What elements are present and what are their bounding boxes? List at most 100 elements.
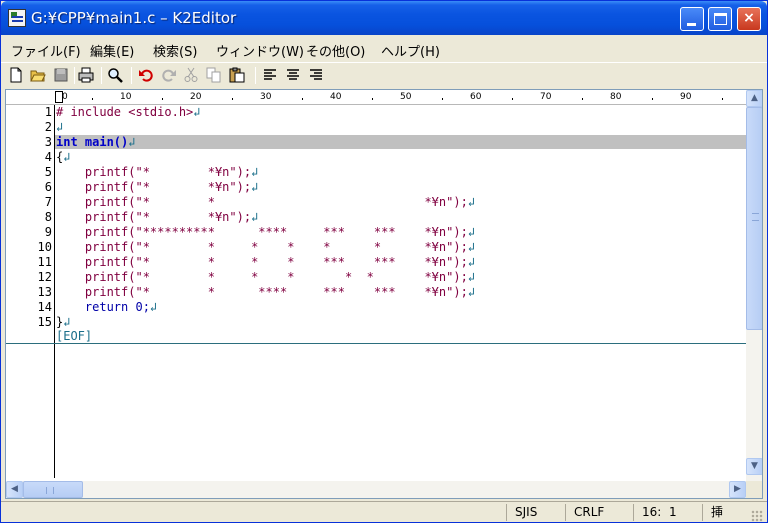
copy-icon[interactable]: [206, 67, 222, 83]
text-editor[interactable]: 0 10 20 30 40 50 60 70 80 90 1 2 3 4 5 6…: [5, 89, 763, 499]
newline-marker: ↲: [56, 120, 64, 134]
vertical-scrollbar[interactable]: ▲ ▼: [746, 90, 762, 481]
code-line[interactable]: printf("* *¥n");↲: [56, 165, 258, 179]
vertical-scroll-thumb[interactable]: [746, 107, 762, 330]
code-line[interactable]: printf("* * *¥n");↲: [56, 195, 475, 209]
line-number: 10: [37, 240, 52, 254]
ruler-tick: 60: [470, 92, 482, 102]
line-number: 3: [44, 135, 52, 149]
newline-marker: ↲: [128, 135, 136, 149]
code-text: return 0;: [56, 300, 150, 314]
find-icon[interactable]: [107, 67, 123, 83]
maximize-button[interactable]: [708, 7, 732, 31]
line-number: 9: [44, 225, 52, 239]
scroll-left-button[interactable]: ◀: [6, 481, 23, 498]
cursor-position-status: 16: 1: [633, 504, 701, 521]
toolbar-separator: [101, 67, 102, 84]
code-line[interactable]: printf("* *¥n");↲: [56, 180, 258, 194]
ruler-tick: 50: [400, 92, 412, 102]
code-line[interactable]: printf("* * * * * * *¥n");↲: [56, 240, 475, 254]
encoding-status[interactable]: SJIS: [506, 504, 564, 521]
newline-marker: ↲: [467, 195, 476, 209]
code-text: int main(): [56, 135, 129, 149]
menu-edit[interactable]: 編集(E): [90, 41, 134, 60]
align-right-icon[interactable]: [308, 67, 324, 83]
code-line[interactable]: }↲: [56, 315, 70, 329]
insert-mode-status[interactable]: 挿: [702, 504, 748, 521]
grip-icon: [752, 213, 759, 221]
undo-icon[interactable]: [138, 67, 154, 83]
code-line[interactable]: printf("* * * * * * *¥n");↲: [56, 270, 475, 284]
code-line-current[interactable]: int main()↲: [56, 135, 135, 149]
line-number: 5: [44, 165, 52, 179]
title-bar[interactable]: G:¥CPP¥main1.c – K2Editor ×: [1, 1, 767, 35]
ruler-tick: 0: [62, 92, 68, 102]
scroll-down-button[interactable]: ▼: [746, 458, 762, 475]
code-line[interactable]: printf("* * * * *** *** *¥n");↲: [56, 255, 475, 269]
newline-marker: ↲: [251, 180, 259, 194]
code-text: printf("* *¥n");: [56, 210, 252, 224]
chevron-left-icon: ◀: [11, 484, 18, 494]
ruler-tick: 20: [190, 92, 202, 102]
menu-search[interactable]: 検索(S): [153, 41, 197, 60]
code-text: printf("* * *¥n");: [56, 195, 468, 209]
horizontal-scrollbar[interactable]: ◀ ▶: [6, 481, 746, 498]
grip-icon: [46, 487, 54, 494]
line-number: 13: [37, 285, 52, 299]
line-number: 11: [37, 255, 52, 269]
editor-window: G:¥CPP¥main1.c – K2Editor × ファイル(F) 編集(E…: [0, 0, 768, 523]
toolbar-separator: [255, 67, 256, 84]
window-title: G:¥CPP¥main1.c – K2Editor: [31, 9, 237, 27]
close-button[interactable]: ×: [737, 7, 761, 31]
menu-other[interactable]: その他(O): [306, 41, 365, 60]
newline-marker: ↲: [63, 315, 71, 329]
menu-help[interactable]: ヘルプ(H): [381, 41, 440, 60]
newline-marker: ↲: [467, 225, 476, 239]
eof-divider: [6, 343, 746, 344]
code-line[interactable]: ↲: [56, 120, 63, 134]
line-number: 1: [44, 105, 52, 119]
newline-marker: ↲: [149, 300, 158, 314]
code-line[interactable]: printf("********** **** *** *** *¥n");↲: [56, 225, 475, 239]
print-icon[interactable]: [78, 67, 94, 83]
line-number: 2: [44, 120, 52, 134]
chevron-down-icon: ▼: [751, 461, 758, 471]
line-number: 14: [37, 300, 52, 314]
code-line[interactable]: return 0;↲: [56, 300, 157, 314]
app-icon[interactable]: [8, 9, 26, 27]
open-folder-icon[interactable]: [30, 67, 46, 83]
line-number: 7: [44, 195, 52, 209]
code-text: printf("* * * * * * *¥n");: [56, 270, 468, 284]
eof-marker: [EOF]: [56, 329, 93, 343]
new-file-icon[interactable]: [8, 67, 24, 83]
save-icon[interactable]: [53, 67, 69, 83]
align-center-icon[interactable]: [285, 67, 301, 83]
paste-icon[interactable]: [229, 67, 245, 83]
menu-file[interactable]: ファイル(F): [11, 41, 81, 60]
ruler-tick: 10: [120, 92, 132, 102]
gutter-divider: [54, 105, 55, 478]
code-text: printf("* *¥n");: [56, 165, 252, 179]
horizontal-scroll-thumb[interactable]: [23, 481, 83, 498]
status-bar: SJIS CRLF 16: 1 挿: [1, 501, 767, 522]
code-line[interactable]: {↲: [56, 150, 70, 164]
ruler-tick: 30: [260, 92, 272, 102]
align-left-icon[interactable]: [262, 67, 278, 83]
menu-window[interactable]: ウィンドウ(W): [216, 41, 304, 60]
code-text: printf("* * * * *** *** *¥n");: [56, 255, 468, 269]
scroll-up-button[interactable]: ▲: [746, 90, 762, 107]
code-line[interactable]: # include <stdio.h>↲: [56, 105, 201, 119]
cut-icon[interactable]: [183, 67, 199, 83]
line-number: 8: [44, 210, 52, 224]
current-line-highlight: [55, 135, 746, 149]
code-line[interactable]: printf("* *¥n");↲: [56, 210, 258, 224]
line-ending-status[interactable]: CRLF: [565, 504, 625, 521]
minimize-icon: [687, 23, 696, 26]
code-line[interactable]: printf("* * **** *** *** *¥n");↲: [56, 285, 475, 299]
scroll-right-button[interactable]: ▶: [729, 481, 746, 498]
code-text: printf("* * * * * * *¥n");: [56, 240, 468, 254]
minimize-button[interactable]: [680, 7, 704, 31]
redo-icon[interactable]: [161, 67, 177, 83]
code-text: printf("* *¥n");: [56, 180, 252, 194]
resize-grip-icon[interactable]: [751, 510, 763, 522]
